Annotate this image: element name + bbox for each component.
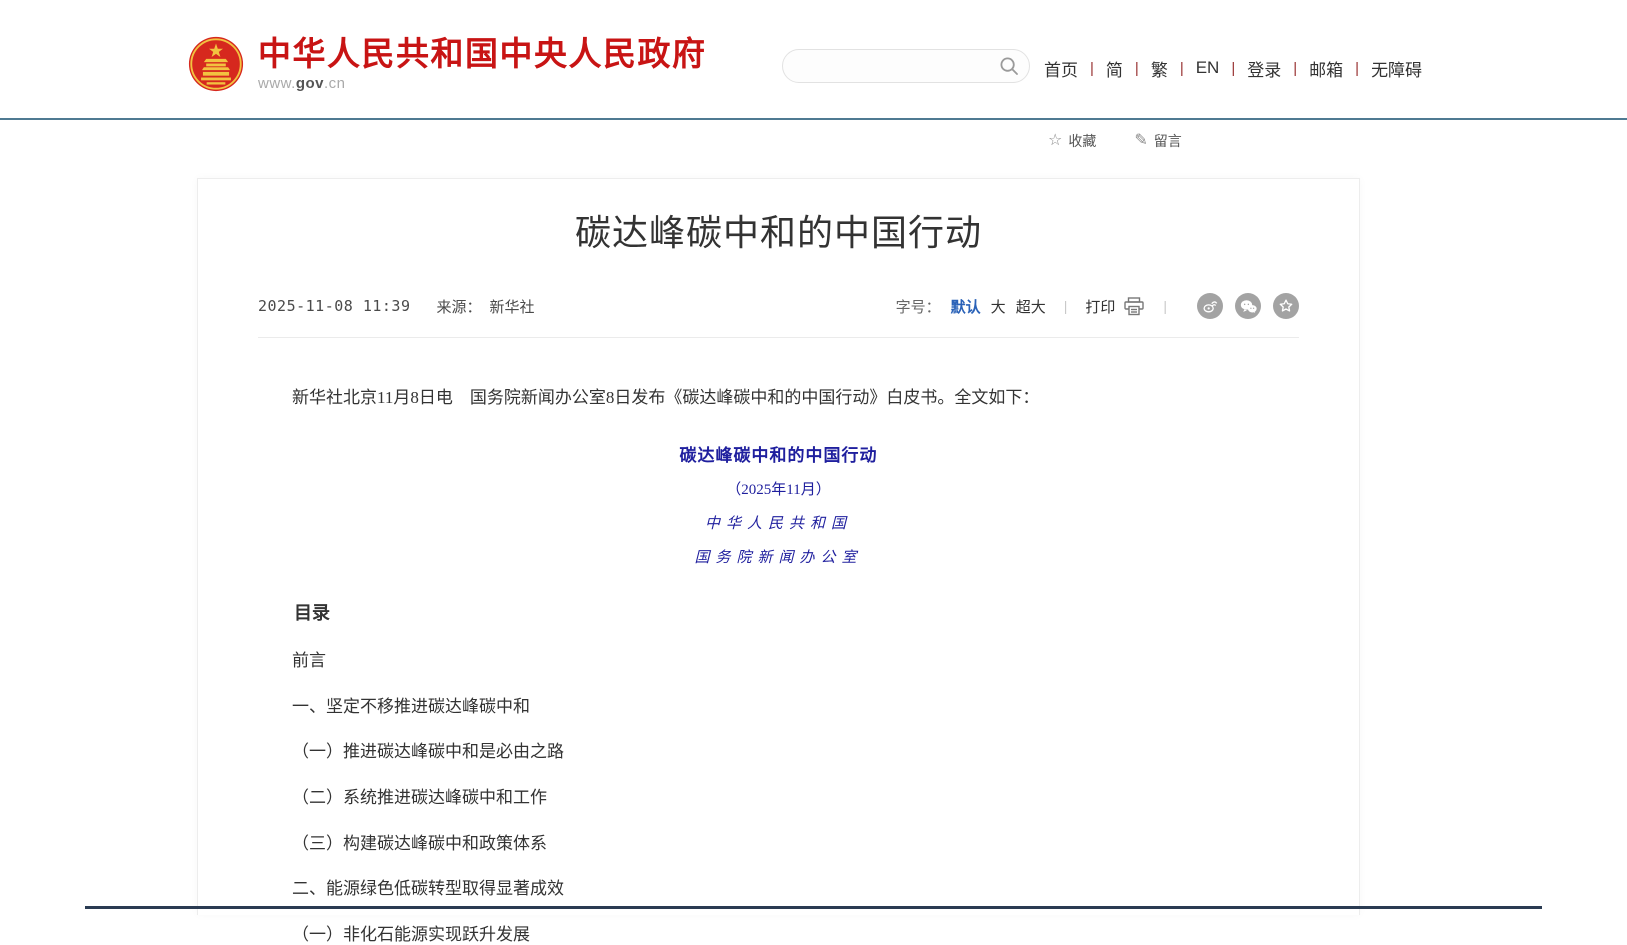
search-box bbox=[782, 49, 1030, 83]
font-size-large[interactable]: 大 bbox=[991, 296, 1006, 317]
toc-title: 目录 bbox=[258, 599, 1299, 625]
publish-date: 2025-11-08 11:39 bbox=[258, 297, 411, 315]
font-size-xlarge[interactable]: 超大 bbox=[1016, 296, 1046, 317]
toc-item: （一）非化石能源实现跃升发展 bbox=[258, 926, 1299, 945]
lead-paragraph: 新华社北京11月8日电 国务院新闻办公室8日发布《碳达峰碳中和的中国行动》白皮书… bbox=[258, 384, 1299, 413]
nav-english[interactable]: EN bbox=[1196, 58, 1220, 78]
search-button[interactable] bbox=[999, 56, 1019, 76]
document-heading: 碳达峰碳中和的中国行动 （2025年11月） 中华人民共和国 国务院新闻办公室 bbox=[258, 441, 1299, 567]
header-divider bbox=[0, 118, 1627, 120]
font-size-label: 字号： bbox=[896, 296, 941, 317]
document-author-line-1: 中华人民共和国 bbox=[258, 512, 1299, 533]
toc-item: （三）构建碳达峰碳中和政策体系 bbox=[258, 835, 1299, 854]
toc-item: 前言 bbox=[258, 652, 1299, 671]
article-title: 碳达峰碳中和的中国行动 bbox=[258, 209, 1299, 257]
site-brand: 中华人民共和国中央人民政府 www.gov.cn bbox=[258, 37, 707, 92]
nav-separator: | bbox=[1231, 60, 1235, 77]
nav-mail[interactable]: 邮箱 bbox=[1309, 56, 1343, 81]
document-author-line-2: 国务院新闻办公室 bbox=[258, 546, 1299, 567]
star-outline-icon: ☆ bbox=[1048, 133, 1062, 149]
comment-button[interactable]: ✎ 留言 bbox=[1134, 131, 1181, 151]
wechat-share-icon[interactable] bbox=[1235, 293, 1261, 319]
top-nav: 首页 | 简 | 繁 | EN | 登录 | 邮箱 | 无障碍 bbox=[1044, 55, 1422, 81]
toc-item: （一）推进碳达峰碳中和是必由之路 bbox=[258, 743, 1299, 762]
nav-login[interactable]: 登录 bbox=[1247, 56, 1281, 81]
article-meta-row: 2025-11-08 11:39 来源： 新华社 字号： 默认 大 超大 | 打印 bbox=[258, 293, 1299, 338]
site-url: www.gov.cn bbox=[258, 75, 707, 92]
nav-separator: | bbox=[1135, 60, 1139, 77]
share-group bbox=[1185, 293, 1299, 319]
article-body: 新华社北京11月8日电 国务院新闻办公室8日发布《碳达峰碳中和的中国行动》白皮书… bbox=[258, 384, 1299, 945]
article-meta-left: 2025-11-08 11:39 来源： 新华社 bbox=[258, 296, 535, 317]
qzone-star-share-icon[interactable] bbox=[1273, 293, 1299, 319]
vertical-separator: | bbox=[1064, 298, 1068, 314]
article-card: 碳达峰碳中和的中国行动 2025-11-08 11:39 来源： 新华社 字号： … bbox=[197, 178, 1360, 915]
print-button[interactable]: 打印 bbox=[1085, 296, 1145, 317]
print-label: 打印 bbox=[1085, 296, 1115, 317]
site-title: 中华人民共和国中央人民政府 bbox=[258, 37, 707, 71]
document-date: （2025年11月） bbox=[258, 478, 1299, 499]
nav-home[interactable]: 首页 bbox=[1044, 56, 1078, 81]
document-title: 碳达峰碳中和的中国行动 bbox=[258, 441, 1299, 466]
favorite-button[interactable]: ☆ 收藏 bbox=[1048, 131, 1096, 151]
toc-item: （二）系统推进碳达峰碳中和工作 bbox=[258, 789, 1299, 808]
article-meta-tools: 字号： 默认 大 超大 | 打印 | bbox=[896, 293, 1299, 319]
vertical-separator: | bbox=[1163, 298, 1167, 314]
source: 来源： 新华社 bbox=[437, 296, 535, 317]
weibo-share-icon[interactable] bbox=[1197, 293, 1223, 319]
national-emblem-icon bbox=[188, 36, 244, 92]
nav-simplified[interactable]: 简 bbox=[1106, 56, 1123, 81]
source-value[interactable]: 新华社 bbox=[490, 300, 535, 316]
nav-separator: | bbox=[1180, 60, 1184, 77]
site-logo-group[interactable]: 中华人民共和国中央人民政府 www.gov.cn bbox=[188, 36, 707, 92]
toc-item: 一、坚定不移推进碳达峰碳中和 bbox=[258, 698, 1299, 717]
nav-separator: | bbox=[1090, 60, 1094, 77]
comment-label: 留言 bbox=[1154, 131, 1182, 151]
source-label: 来源： bbox=[437, 300, 482, 316]
search-input[interactable] bbox=[799, 49, 999, 83]
magnifier-icon bbox=[999, 56, 1019, 76]
printer-icon bbox=[1123, 297, 1145, 316]
nav-separator: | bbox=[1355, 60, 1359, 77]
nav-accessibility[interactable]: 无障碍 bbox=[1371, 56, 1422, 81]
site-header: 中华人民共和国中央人民政府 www.gov.cn 首页 | 简 | 繁 | EN… bbox=[0, 0, 1627, 118]
nav-separator: | bbox=[1293, 60, 1297, 77]
quick-tools: ☆ 收藏 ✎ 留言 bbox=[1048, 131, 1220, 151]
nav-traditional[interactable]: 繁 bbox=[1151, 56, 1168, 81]
font-size-default[interactable]: 默认 bbox=[951, 296, 981, 317]
pencil-icon: ✎ bbox=[1134, 133, 1147, 149]
toc-item: 二、能源绿色低碳转型取得显著成效 bbox=[258, 880, 1299, 899]
favorite-label: 收藏 bbox=[1068, 131, 1096, 151]
footer-top-edge bbox=[85, 906, 1542, 909]
